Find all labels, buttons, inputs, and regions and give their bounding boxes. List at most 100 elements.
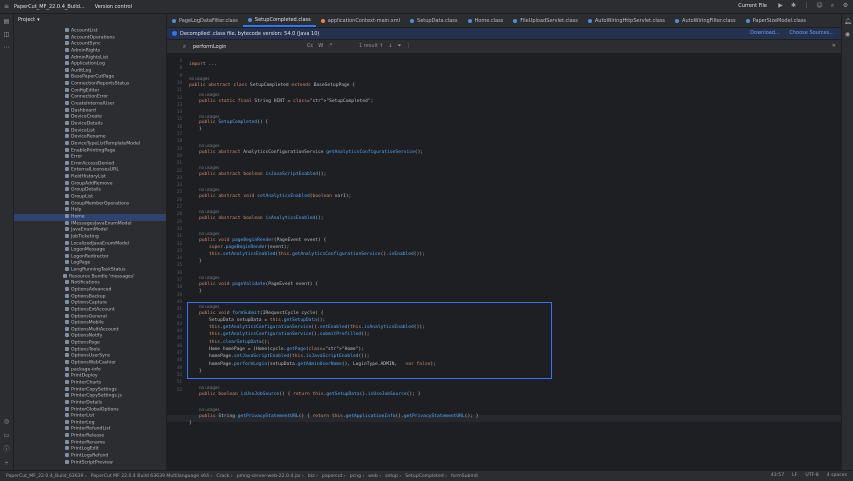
project-tree-item[interactable]: OptionsCapture bbox=[14, 300, 166, 307]
project-tree-item[interactable]: LogonRedirector bbox=[14, 253, 166, 261]
project-tree-item[interactable]: AccountSync bbox=[14, 41, 166, 48]
match-case-icon[interactable]: Cc bbox=[307, 43, 313, 49]
git-tool-icon[interactable]: ⑂ bbox=[3, 460, 10, 467]
project-tree-item[interactable]: GroupDetails bbox=[14, 187, 166, 194]
project-tree-item[interactable]: DeviceCreate bbox=[14, 114, 166, 121]
next-occurrence-icon[interactable]: ↓ bbox=[388, 43, 392, 49]
breadcrumb-item[interactable]: pcng › bbox=[350, 474, 365, 479]
indent-setting[interactable]: 4 spaces bbox=[827, 473, 847, 478]
project-tree-item[interactable]: DeviceRename bbox=[14, 134, 166, 141]
project-tree-item[interactable]: EnablePrintingPage bbox=[14, 147, 166, 155]
project-tree-item[interactable]: PrinterRefundList bbox=[14, 426, 166, 433]
usages-hint[interactable]: no usages bbox=[199, 275, 219, 280]
project-tree-item[interactable]: PrinterList bbox=[14, 413, 166, 420]
breadcrumb-item[interactable]: formSubmit bbox=[451, 474, 478, 479]
project-tree-item[interactable]: PrinterCharts bbox=[14, 379, 166, 387]
project-tree-item[interactable]: BasePaperCutPage bbox=[14, 74, 166, 81]
version-control-menu[interactable]: Version control bbox=[95, 4, 132, 10]
project-tree-item[interactable]: DeviceDetails bbox=[14, 120, 166, 128]
editor-tab[interactable]: SetupData.class bbox=[405, 14, 463, 27]
settings-icon[interactable]: ⚙ bbox=[842, 2, 849, 9]
user-icon[interactable]: ☺ bbox=[816, 2, 823, 9]
project-tree-item[interactable]: JavaEnumModel bbox=[14, 227, 166, 234]
project-tree-item[interactable]: LocalizedJavaEnumModel bbox=[14, 240, 166, 248]
project-tree-item[interactable]: package-info bbox=[14, 366, 166, 374]
structure-tool-icon[interactable]: ◫ bbox=[3, 31, 10, 38]
run-icon[interactable]: ▶ bbox=[777, 2, 784, 9]
project-tree-item[interactable]: PrinterLog bbox=[14, 419, 166, 427]
search-icon[interactable]: ⌕ bbox=[829, 2, 836, 9]
download-sources-link[interactable]: Download... bbox=[750, 30, 780, 36]
previous-occurrence-icon[interactable]: ↑ bbox=[379, 43, 383, 49]
project-selector[interactable]: PaperCut_MF_22.0.4_Build... bbox=[14, 4, 85, 10]
editor-tab[interactable]: applicationContext-main.xml bbox=[316, 14, 405, 27]
project-tree-item[interactable]: PrinterDetails bbox=[14, 399, 166, 407]
project-tree-item[interactable]: Help bbox=[14, 207, 166, 214]
breadcrumb-item[interactable]: setup › bbox=[385, 474, 401, 479]
debug-icon[interactable]: ✱ bbox=[790, 2, 797, 9]
project-tree-item[interactable]: AccountOperations bbox=[14, 34, 166, 42]
project-tree-item[interactable]: Error bbox=[14, 154, 166, 161]
search-input[interactable]: performLogin bbox=[193, 44, 226, 50]
regex-icon[interactable]: .* bbox=[328, 43, 332, 49]
usages-hint[interactable]: no usages bbox=[199, 143, 219, 148]
project-tree-item[interactable]: ExternalLicensesURL bbox=[14, 167, 166, 174]
project-tree-item[interactable]: Home bbox=[14, 213, 166, 221]
editor-tab[interactable]: Home.class bbox=[463, 14, 509, 27]
project-tree-item[interactable]: OptionsBackup bbox=[14, 293, 166, 301]
project-tree-item[interactable]: OptionsExtAccount bbox=[14, 306, 166, 314]
usages-hint[interactable]: no usages bbox=[199, 407, 219, 412]
services-tool-icon[interactable]: ◎ bbox=[3, 418, 10, 425]
project-tree-item[interactable]: PrinterRelease bbox=[14, 433, 166, 440]
project-tree-item[interactable]: Notifications bbox=[14, 280, 166, 287]
project-tree-item[interactable]: OptionsWebCashier bbox=[14, 360, 166, 367]
usages-hint[interactable]: no usages bbox=[199, 165, 219, 170]
editor-tab[interactable]: AutoWiringFilter.class bbox=[670, 14, 741, 27]
editor-tab[interactable]: PageLogDataFilter.class bbox=[167, 14, 243, 27]
project-tree-item[interactable]: FieldHistoryList bbox=[14, 174, 166, 181]
breadcrumb-item[interactable]: web › bbox=[368, 474, 381, 479]
project-tree-item[interactable]: ApplicationLog bbox=[14, 61, 166, 68]
project-tree-item[interactable]: LongRunningTaskStatus bbox=[14, 267, 166, 274]
usages-hint[interactable]: no usages bbox=[199, 114, 219, 119]
project-tree-item[interactable]: JobTicketing bbox=[14, 233, 166, 241]
file-encoding[interactable]: UTF-8 bbox=[805, 473, 818, 478]
project-tree-item[interactable]: PrinterGlobalOptions bbox=[14, 406, 166, 414]
project-tool-icon[interactable]: ▤ bbox=[3, 18, 10, 25]
project-panel-header[interactable]: Project ▾ bbox=[14, 14, 166, 26]
project-tree-item[interactable]: DeviceTypeListTemplateModel bbox=[14, 140, 166, 148]
project-tree-item[interactable]: OptionsUserSync bbox=[14, 353, 166, 360]
usages-hint[interactable]: no usages bbox=[199, 92, 219, 97]
project-tree-item[interactable]: PrintScriptPreview bbox=[14, 459, 166, 467]
line-separator[interactable]: LF bbox=[792, 473, 797, 478]
project-tree-item[interactable]: CreateInternalUser bbox=[14, 101, 166, 108]
project-tree-item[interactable]: PrinterCopySettings.js bbox=[14, 393, 166, 400]
project-tree-item[interactable]: OptionsMobile bbox=[14, 320, 166, 327]
project-tree-item[interactable]: OptionsAdvanced bbox=[14, 286, 166, 294]
project-tree-item[interactable]: ConfigEditor bbox=[14, 87, 166, 95]
editor-tab[interactable]: PaperSizeModel.class bbox=[741, 14, 811, 27]
project-tree-item[interactable]: OptionsGeneral bbox=[14, 313, 166, 321]
project-tree-item[interactable]: Dashboard bbox=[14, 107, 166, 115]
breadcrumb-item[interactable]: PaperCut MF 22.0.4 Build 63639 Multilang… bbox=[91, 474, 213, 479]
editor-tab[interactable]: AutoWiringHttpServlet.class bbox=[583, 14, 670, 27]
usages-hint[interactable]: no usages bbox=[199, 231, 219, 236]
whole-words-icon[interactable]: W bbox=[318, 43, 323, 49]
project-tree-item[interactable]: PrintDeploy bbox=[14, 373, 166, 380]
database-icon[interactable]: ◉ bbox=[844, 31, 851, 38]
project-tree-item[interactable]: PrintLogEdit bbox=[14, 446, 166, 453]
breadcrumb-item[interactable]: Crack › bbox=[216, 474, 232, 479]
project-tree-item[interactable]: GroupList bbox=[14, 194, 166, 201]
breadcrumb-item[interactable]: SetupCompleted › bbox=[405, 474, 447, 479]
usages-hint[interactable]: no usages bbox=[199, 209, 219, 214]
code-editor[interactable]: 3 8 9 10 11 12 13 14 15 16 17 18 19 20 21 22 23 24 25 26 27 2… bbox=[167, 54, 842, 468]
editor-tab[interactable]: SetupCompleted.class bbox=[242, 14, 316, 27]
project-tree-item[interactable]: AdminRights bbox=[14, 47, 166, 55]
project-tree-item[interactable]: Resource Bundle 'messages' bbox=[14, 273, 166, 281]
project-tree-item[interactable]: LogPage bbox=[14, 260, 166, 267]
breadcrumb-item[interactable]: PaperCut_MF_22.0.4_Build_63639 › bbox=[6, 474, 87, 479]
usages-hint[interactable]: no usages bbox=[189, 76, 209, 81]
project-tree-item[interactable]: IMessagesJavaEnumModel bbox=[14, 220, 166, 228]
notifications-icon[interactable]: 🔔︎ bbox=[844, 18, 852, 25]
project-tree-item[interactable]: PrintLogsRefund bbox=[14, 453, 166, 460]
